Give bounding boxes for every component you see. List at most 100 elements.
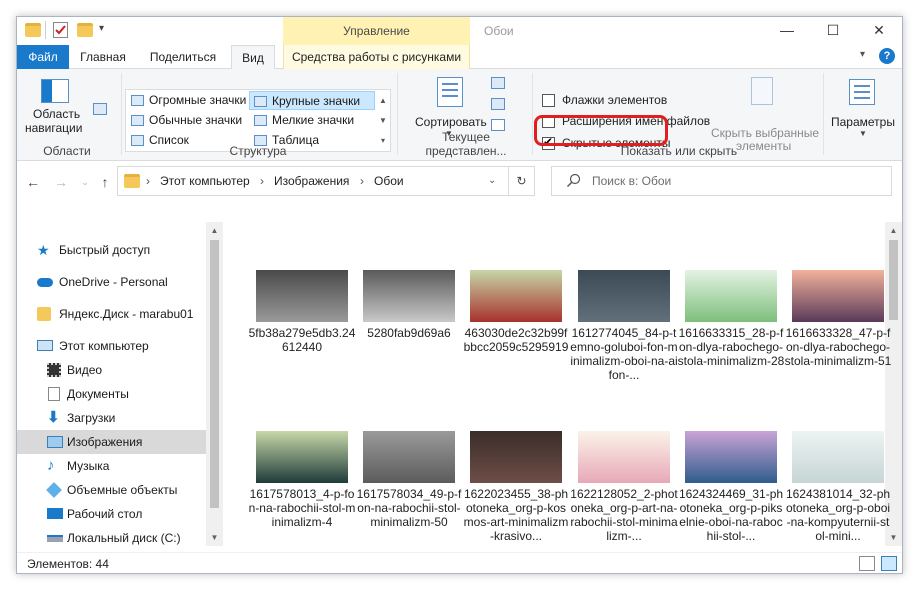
minimize-button[interactable]: — (764, 17, 810, 45)
sort-icon (437, 77, 463, 107)
details-view-icon[interactable] (859, 556, 875, 571)
file-thumbnail (256, 270, 348, 322)
nav-item-documents[interactable]: Документы (17, 382, 207, 406)
downloads-icon: ⬇ (47, 409, 60, 426)
nav-item-yandex-disk[interactable]: Яндекс.Диск - marabu01 (17, 302, 207, 326)
file-item[interactable]: 5fb38a279e5db3.24612440 (248, 270, 356, 390)
scroll-up-arrow-icon[interactable]: ▲ (885, 222, 902, 239)
large-icons-view-icon[interactable] (881, 556, 897, 571)
layout-extra-large-icons[interactable]: Огромные значки (127, 91, 246, 110)
new-folder-icon[interactable] (77, 23, 93, 37)
file-item[interactable]: 1624324469_31-photoneka_org-p-pikselnie-… (677, 431, 785, 551)
divider (45, 21, 46, 39)
breadcrumb-wallpapers[interactable]: Обои (374, 167, 404, 195)
file-name: 1624381014_32-photoneka_org-p-oboi-na-ko… (785, 487, 891, 543)
tab-picture-tools[interactable]: Средства работы с рисунками (283, 45, 470, 69)
nav-item-local-disk[interactable]: Локальный диск (C:) (17, 526, 207, 550)
options-button[interactable]: Параметры ▼ (827, 73, 899, 143)
refresh-icon[interactable]: ↻ (509, 166, 535, 196)
tab-file[interactable]: Файл (17, 45, 69, 69)
item-checkboxes-checkbox[interactable] (542, 94, 555, 107)
file-item[interactable]: 463030de2c32b99fbbcc2059c5295919 (462, 270, 570, 390)
file-item[interactable]: 1616633315_28-p-fon-dlya-rabochego-stola… (677, 270, 785, 390)
recent-locations-icon[interactable]: ⌄ (75, 172, 95, 192)
nav-item-video[interactable]: Видео (17, 358, 207, 382)
breadcrumb-separator[interactable]: › (260, 167, 264, 195)
yandex-disk-icon (37, 307, 51, 321)
file-thumbnail (685, 431, 777, 483)
breadcrumb-this-pc[interactable]: Этот компьютер (160, 167, 250, 195)
address-bar[interactable]: › Этот компьютер › Изображения › Обои ⌄ (117, 166, 509, 196)
layout-icon (254, 96, 267, 107)
nav-item-this-pc[interactable]: Этот компьютер (17, 334, 207, 358)
properties-icon[interactable] (53, 22, 68, 38)
context-tab-header: Управление (283, 17, 470, 45)
navigation-pane-label-line1: Область (33, 107, 81, 121)
customize-quick-access-icon[interactable]: ▾ (99, 23, 104, 34)
pictures-icon (47, 436, 63, 448)
help-icon[interactable]: ? (879, 48, 895, 64)
maximize-button[interactable]: ☐ (810, 17, 856, 45)
nav-item-onedrive[interactable]: OneDrive - Personal (17, 270, 207, 294)
explorer-window: ▾ Управление Обои — ☐ ✕ Файл Главная Под… (16, 16, 903, 574)
group-separator (532, 73, 533, 155)
group-label-panes: Области (43, 144, 91, 158)
cloud-icon (37, 278, 53, 287)
file-list: ▲ ▼ 5fb38a279e5db3.24612440 5280fab9d69a6… (224, 202, 902, 552)
scroll-down-arrow-icon[interactable]: ▼ (206, 529, 223, 546)
tab-share[interactable]: Поделиться (141, 45, 225, 69)
group-label-show-hide: Показать или скрыть (620, 144, 738, 158)
file-name: 5280fab9d69a6 (367, 326, 451, 340)
file-item[interactable]: 1622128052_2-photoneka_org-p-art-na-rabo… (570, 431, 678, 551)
close-button[interactable]: ✕ (856, 17, 902, 45)
sort-by-label: Сортировать (415, 115, 487, 129)
layout-small-icons[interactable]: Мелкие значки (250, 111, 354, 130)
layout-gallery-scroll[interactable]: ▲ ▼ ▾ (377, 91, 389, 151)
breadcrumb-separator[interactable]: › (360, 167, 364, 195)
file-item[interactable]: 5280fab9d69a6 (355, 270, 463, 390)
group-by-icon[interactable] (491, 77, 505, 89)
hide-selected-icon[interactable] (751, 77, 773, 105)
layout-large-icons[interactable]: Крупные значки (249, 91, 375, 110)
chevron-down-icon[interactable]: ⌄ (488, 175, 496, 186)
layout-medium-icons[interactable]: Обычные значки (127, 111, 242, 130)
file-item[interactable]: 1616633328_47-p-fon-dlya-rabochego-stola… (784, 270, 892, 390)
nav-item-quick-access[interactable]: ★ Быстрый доступ (17, 238, 207, 262)
nav-item-downloads[interactable]: ⬇ Загрузки (17, 406, 207, 430)
file-thumbnail (792, 431, 884, 483)
tab-view[interactable]: Вид (231, 45, 275, 70)
scroll-up-arrow-icon[interactable]: ▲ (206, 222, 223, 239)
nav-item-3d-objects[interactable]: Объемные объекты (17, 478, 207, 502)
file-item[interactable]: 1617578013_4-p-fon-na-rabochii-stol-mini… (248, 431, 356, 551)
tab-home[interactable]: Главная (73, 45, 133, 69)
forward-arrow-icon[interactable]: → (51, 172, 71, 192)
folder-icon (25, 23, 41, 37)
file-name: 1617578034_49-p-fon-na-rabochii-stol-min… (356, 487, 462, 529)
file-item[interactable]: 1624381014_32-photoneka_org-p-oboi-na-ko… (784, 431, 892, 551)
group-separator (823, 73, 824, 155)
file-name: 1622128052_2-photoneka_org-p-art-na-rabo… (570, 487, 678, 543)
add-columns-icon[interactable] (491, 98, 505, 110)
scrollbar-thumb[interactable] (210, 240, 219, 508)
chevron-down-icon: ▼ (859, 129, 867, 138)
chevron-down-icon[interactable]: ▾ (860, 49, 865, 60)
search-input[interactable]: Поиск в: Обои (551, 166, 892, 196)
hide-selected-label-line1: Скрыть выбранные (711, 126, 820, 140)
nav-pane-scrollbar[interactable]: ▲ ▼ (206, 222, 223, 546)
breadcrumb-separator[interactable]: › (146, 167, 150, 195)
file-item[interactable]: 1622023455_38-photoneka_org-p-kosmos-art… (462, 431, 570, 551)
window-title: Обои (484, 24, 514, 38)
search-icon (566, 173, 582, 189)
star-icon: ★ (37, 242, 50, 258)
nav-item-desktop[interactable]: Рабочий стол (17, 502, 207, 526)
back-arrow-icon[interactable]: ← (23, 172, 43, 192)
group-separator (397, 73, 398, 155)
drive-icon (47, 535, 63, 542)
file-item[interactable]: 1612774045_84-p-temno-goluboi-fon-minima… (570, 270, 678, 390)
up-arrow-icon[interactable]: ↑ (95, 172, 115, 192)
nav-item-music[interactable]: ♪ Музыка (17, 454, 207, 478)
file-item[interactable]: 1617578034_49-p-fon-na-rabochii-stol-min… (355, 431, 463, 551)
breadcrumb-pictures[interactable]: Изображения (274, 167, 349, 195)
preview-pane-icon[interactable] (93, 103, 107, 115)
nav-item-pictures[interactable]: Изображения (17, 430, 207, 454)
